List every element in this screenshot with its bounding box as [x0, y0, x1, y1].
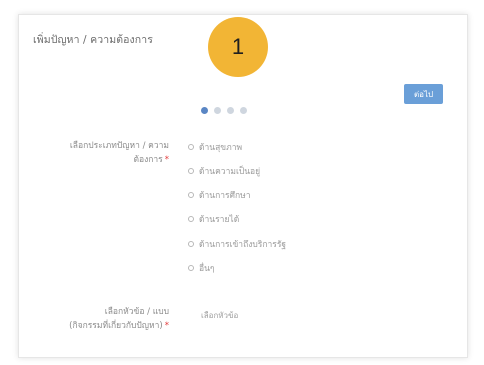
- step-dot-1: [201, 107, 208, 114]
- target-label-line1: เลือกหัวข้อ / แบบ: [104, 307, 169, 317]
- problem-type-option[interactable]: อื่นๆ: [188, 260, 286, 275]
- radio-icon[interactable]: [188, 264, 194, 271]
- option-label: ด้านการศึกษา: [199, 191, 251, 202]
- step-dot-2: [214, 107, 221, 114]
- radio-icon[interactable]: [188, 167, 194, 174]
- form-card: เพิ่มปัญหา / ความต้องการ 1 ต่อไป เลือกปร…: [18, 14, 468, 358]
- step-indicator: [201, 107, 247, 114]
- radio-icon[interactable]: [188, 192, 194, 199]
- radio-icon[interactable]: [188, 216, 194, 223]
- step-number-badge: 1: [208, 17, 268, 77]
- target-label: เลือกหัวข้อ / แบบ (กิจกรรมที่เกี่ยวกับปั…: [29, 305, 169, 333]
- next-button[interactable]: ต่อไป: [404, 84, 443, 104]
- step-dot-4: [240, 107, 247, 114]
- target-select[interactable]: เลือกหัวข้อ: [201, 309, 238, 322]
- required-marker: *: [164, 321, 169, 331]
- step-dot-3: [227, 107, 234, 114]
- option-label: อื่นๆ: [199, 263, 215, 274]
- option-label: ด้านสุขภาพ: [199, 142, 243, 153]
- option-label: ด้านรายได้: [199, 215, 240, 226]
- radio-icon[interactable]: [188, 240, 194, 247]
- problem-type-label: เลือกประเภทปัญหา / ความ ต้องการ *: [29, 139, 169, 167]
- problem-type-option[interactable]: ด้านความเป็นอยู่: [188, 163, 286, 178]
- option-label: ด้านความเป็นอยู่: [199, 166, 261, 177]
- required-marker: *: [164, 155, 169, 165]
- problem-type-option[interactable]: ด้านรายได้: [188, 212, 286, 227]
- radio-icon[interactable]: [188, 143, 194, 150]
- step-number: 1: [231, 34, 245, 59]
- problem-type-option[interactable]: ด้านสุขภาพ: [188, 139, 286, 154]
- form-title: เพิ่มปัญหา / ความต้องการ: [33, 34, 153, 46]
- target-label-line2: (กิจกรรมที่เกี่ยวกับปัญหา): [69, 321, 163, 331]
- problem-type-options: ด้านสุขภาพ ด้านความเป็นอยู่ ด้านการศึกษา…: [188, 139, 286, 285]
- option-label: ด้านการเข้าถึงบริการรัฐ: [199, 239, 287, 250]
- problem-type-option[interactable]: ด้านการเข้าถึงบริการรัฐ: [188, 236, 286, 251]
- problem-type-option[interactable]: ด้านการศึกษา: [188, 188, 286, 203]
- problem-type-label-line1: เลือกประเภทปัญหา / ความ: [69, 141, 169, 151]
- problem-type-label-line2: ต้องการ: [133, 155, 163, 165]
